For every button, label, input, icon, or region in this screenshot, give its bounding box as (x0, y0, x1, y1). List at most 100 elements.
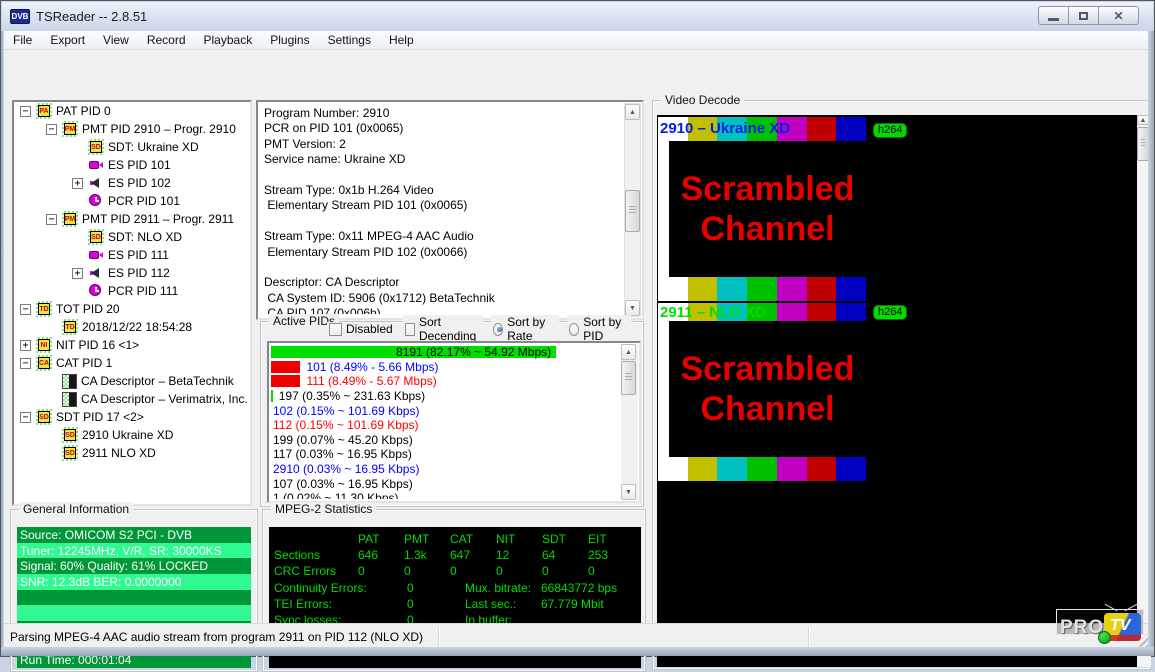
tree-item[interactable]: −SDSDT PID 17 <2> (14, 408, 250, 426)
menu-item-help[interactable]: Help (380, 31, 423, 49)
pid-rate-row[interactable]: 197 (0.35% ~ 231.63 Kbps) (271, 389, 618, 404)
minimize-button[interactable] (1038, 6, 1069, 25)
tree-item[interactable]: SDSDT: NLO XD (14, 228, 250, 246)
pid-rate-bar (271, 390, 273, 402)
program-info-scrollbar[interactable]: ▲ ▼ (624, 103, 641, 317)
video-decode-label: Video Decode (661, 93, 744, 107)
scrollbar-thumb[interactable] (625, 190, 640, 232)
window-border-left (1, 31, 4, 656)
collapse-icon[interactable]: − (46, 124, 57, 135)
tree-item[interactable]: −CACAT PID 1 (14, 354, 250, 372)
scrollbar-thumb[interactable] (621, 361, 636, 395)
radio-icon[interactable] (569, 323, 579, 336)
pid-rate-row[interactable]: 111 (8.49% - 5.67 Mbps) (271, 374, 618, 389)
stats-value: 0 (496, 563, 542, 579)
stats-row-label: CRC Errors (274, 563, 358, 579)
checkbox-disabled[interactable]: Disabled (327, 322, 395, 336)
checkbox-icon[interactable] (405, 323, 415, 336)
tree-item[interactable]: + ES PID 102 (14, 174, 250, 192)
expand-icon[interactable]: + (72, 178, 83, 189)
pa-table-icon: PA (36, 103, 52, 119)
pid-rate-label: 197 (0.35% ~ 231.63 Kbps) (279, 389, 425, 403)
tree-item[interactable]: TD2018/12/22 18:54:28 (14, 318, 250, 336)
pid-list-scrollbar[interactable]: ▲ ▼ (621, 344, 638, 500)
stats-counter-row: Continuity Errors:0Mux. bitrate:66843772… (274, 580, 641, 596)
tree-item[interactable]: CA Descriptor – BetaTechnik (14, 372, 250, 390)
tree-item[interactable]: SD2911 NLO XD (14, 444, 250, 462)
menu-item-plugins[interactable]: Plugins (261, 31, 318, 49)
pid-rate-row[interactable]: 107 (0.03% ~ 16.95 Kbps) (271, 476, 618, 491)
collapse-icon[interactable]: − (20, 412, 31, 423)
pid-rate-row[interactable]: 112 (0.15% ~ 101.69 Kbps) (271, 418, 618, 433)
radio-sort-by-pid[interactable]: Sort by PID (567, 315, 631, 343)
tree-item[interactable]: +NINIT PID 16 <1> (14, 336, 250, 354)
general-info-row (17, 605, 251, 621)
video-thumbnail-2910[interactable]: 2910 – Ukraine XD Scrambled Channel (658, 117, 866, 301)
statusbar-divider (438, 627, 440, 646)
collapse-icon[interactable]: − (20, 304, 31, 315)
tree-item[interactable]: ES PID 101 (14, 156, 250, 174)
tree-item[interactable]: ES PID 111 (14, 246, 250, 264)
menu-item-export[interactable]: Export (41, 31, 94, 49)
menu-item-file[interactable]: File (4, 31, 41, 49)
scroll-down-icon[interactable]: ▼ (621, 484, 636, 500)
tree-item[interactable]: SD2910 Ukraine XD (14, 426, 250, 444)
stats-value: 0 (404, 563, 450, 579)
expand-icon[interactable]: + (20, 340, 31, 351)
td-table-icon: TD (62, 319, 78, 335)
radio-icon[interactable] (493, 323, 503, 336)
tree-item[interactable]: + ES PID 112 (14, 264, 250, 282)
scrambled-text-line1: Scrambled (681, 169, 855, 209)
menu-item-record[interactable]: Record (138, 31, 195, 49)
tree-item[interactable]: SDSDT: Ukraine XD (14, 138, 250, 156)
scrambled-overlay: Scrambled Channel (669, 141, 866, 277)
pid-rate-label: 117 (0.03% ~ 16.95 Kbps) (273, 447, 412, 461)
restore-button[interactable] (1068, 6, 1099, 25)
tree-item-label: ES PID 112 (108, 266, 170, 280)
collapse-icon[interactable]: − (20, 106, 31, 117)
menu-item-view[interactable]: View (94, 31, 138, 49)
control-label: Sort Decending (419, 315, 481, 343)
expand-icon[interactable]: + (72, 268, 83, 279)
tree-item[interactable]: −PMPMT PID 2911 – Progr. 2911 (14, 210, 250, 228)
close-button[interactable]: ✕ (1098, 6, 1139, 25)
pid-rate-row[interactable]: 101 (8.49% - 5.66 Mbps) (271, 360, 618, 375)
pid-rate-row[interactable]: 1 (0.02% ~ 11.30 Kbps) (271, 491, 618, 499)
menubar: FileExportViewRecordPlaybackPluginsSetti… (4, 31, 1150, 50)
titlebar[interactable]: DVB TSReader -- 2.8.51 ✕ (2, 2, 1153, 31)
tree-item[interactable]: PCR PID 101 (14, 192, 250, 210)
scroll-up-icon[interactable]: ▲ (625, 104, 640, 120)
statusbar: Parsing MPEG-4 AAC audio stream from pro… (4, 623, 1150, 649)
tree-item-label: ES PID 102 (108, 176, 171, 190)
program-info-line (264, 168, 620, 183)
tree-item[interactable]: −PAPAT PID 0 (14, 102, 250, 120)
tree-item[interactable]: −TDTOT PID 20 (14, 300, 250, 318)
window-controls: ✕ (1039, 6, 1139, 25)
pid-rate-row[interactable]: 102 (0.15% ~ 101.69 Kbps) (271, 403, 618, 418)
pid-rate-row[interactable]: 199 (0.07% ~ 45.20 Kbps) (271, 433, 618, 448)
collapse-icon[interactable]: − (20, 358, 31, 369)
tree-item-label: PCR PID 111 (108, 284, 178, 298)
menu-item-playback[interactable]: Playback (195, 31, 262, 49)
tree-item[interactable]: CA Descriptor – Verimatrix, Inc. #4 (14, 390, 250, 408)
tree-item-label: PMT PID 2911 – Progr. 2911 (82, 212, 234, 226)
video-thumbnail-2911[interactable]: 2911 – NLO XD Scrambled Channel (658, 301, 866, 481)
scroll-down-icon[interactable]: ▼ (625, 300, 640, 316)
scroll-up-icon[interactable]: ▲ (621, 344, 636, 360)
pid-rate-row[interactable]: 117 (0.03% ~ 16.95 Kbps) (271, 447, 618, 462)
pid-rate-row[interactable]: 8191 (82.17% ~ 54.92 Mbps) (271, 345, 618, 360)
pid-rate-row[interactable]: 2910 (0.03% ~ 16.95 Kbps) (271, 462, 618, 477)
tree-item[interactable]: PCR PID 111 (14, 282, 250, 300)
checkbox-sort-decending[interactable]: Sort Decending (403, 315, 483, 343)
tree-item[interactable]: −PMPMT PID 2910 – Progr. 2910 (14, 120, 250, 138)
menu-item-settings[interactable]: Settings (319, 31, 380, 49)
collapse-icon[interactable]: − (46, 214, 57, 225)
checkbox-icon[interactable] (329, 323, 342, 336)
program-info-line: Stream Type: 0x11 MPEG-4 AAC Audio (264, 229, 620, 244)
radio-sort-by-rate[interactable]: Sort by Rate (491, 315, 559, 343)
stats-counter-value: 66843772 bps (541, 580, 641, 596)
tree-item-label: CA Descriptor – Verimatrix, Inc. #4 (81, 392, 252, 406)
stats-counter-label: Last sec.: (465, 596, 541, 612)
general-info-row: SNR: 12.3dB BER: 0.0000000 (17, 574, 251, 590)
stats-counter-value: 0 (407, 596, 465, 612)
